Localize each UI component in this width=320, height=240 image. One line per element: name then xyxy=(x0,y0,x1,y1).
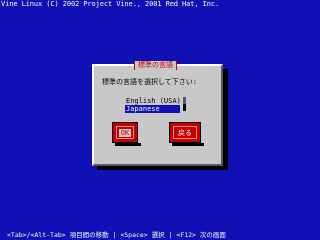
language-dialog: 標準の言語 標準の言語を選択して下さい: English (USA) Japan… xyxy=(92,61,223,166)
back-button[interactable]: 戻る xyxy=(169,122,201,143)
language-option-japanese[interactable]: Japanese xyxy=(125,105,180,113)
scrollbar-thumb[interactable] xyxy=(183,97,186,104)
dialog-title: 標準の言語 xyxy=(134,61,177,70)
dialog-prompt: 標準の言語を選択して下さい: xyxy=(102,78,198,86)
keyboard-help-bar: <Tab>/<Alt-Tab> 項目間の移動 | <Space> 選択 | <F… xyxy=(7,231,226,239)
back-button-shadow xyxy=(172,143,204,146)
language-option-english[interactable]: English (USA) xyxy=(125,97,189,105)
back-button-label: 戻る xyxy=(178,128,192,137)
ok-button-label: OK xyxy=(118,128,132,137)
installer-copyright-header: Vine Linux (C) 2002 Project Vine., 2001 … xyxy=(1,0,220,8)
ok-button-shadow xyxy=(115,143,141,146)
ok-button[interactable]: OK xyxy=(112,122,138,143)
language-listbox[interactable]: English (USA) Japanese xyxy=(125,97,189,113)
listbox-scrollbar[interactable] xyxy=(183,97,186,111)
